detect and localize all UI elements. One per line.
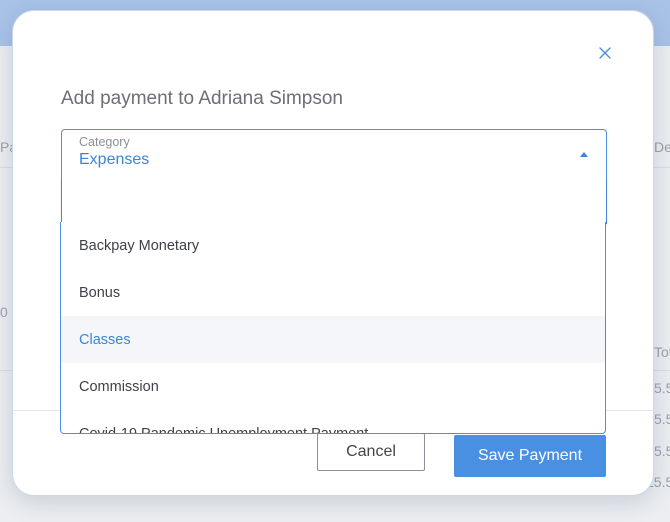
- category-value: Expenses: [79, 151, 150, 168]
- category-search-input[interactable]: [62, 178, 606, 224]
- dropdown-item-commission[interactable]: Commission: [61, 363, 605, 410]
- category-select[interactable]: Category Expenses: [61, 129, 607, 224]
- bg-value-fragment: 5.5: [654, 380, 670, 396]
- dropdown-item-classes[interactable]: Classes: [61, 316, 605, 363]
- category-dropdown-menu[interactable]: Backpay Monetary Bonus Classes Commissio…: [60, 222, 606, 434]
- bg-value-fragment: 0: [0, 304, 8, 320]
- caret-up-icon[interactable]: [578, 149, 590, 159]
- dropdown-item-bonus[interactable]: Bonus: [61, 269, 605, 316]
- dropdown-item-covid-19-payment[interactable]: Covid-19 Pandemic Unemployment Payment: [61, 410, 605, 434]
- bg-value-fragment: 5.5: [654, 443, 670, 459]
- dropdown-item-backpay-monetary[interactable]: Backpay Monetary: [61, 222, 605, 269]
- bg-column-fragment: Den: [654, 139, 670, 155]
- bg-value-fragment: 5.5: [654, 411, 670, 427]
- close-button[interactable]: [596, 44, 614, 62]
- save-payment-button[interactable]: Save Payment: [454, 435, 606, 477]
- close-icon: [599, 47, 611, 59]
- category-label: Category: [79, 135, 130, 149]
- bg-column-fragment: Tota: [654, 344, 670, 360]
- cancel-button[interactable]: Cancel: [317, 433, 425, 471]
- modal-title: Add payment to Adriana Simpson: [61, 88, 344, 109]
